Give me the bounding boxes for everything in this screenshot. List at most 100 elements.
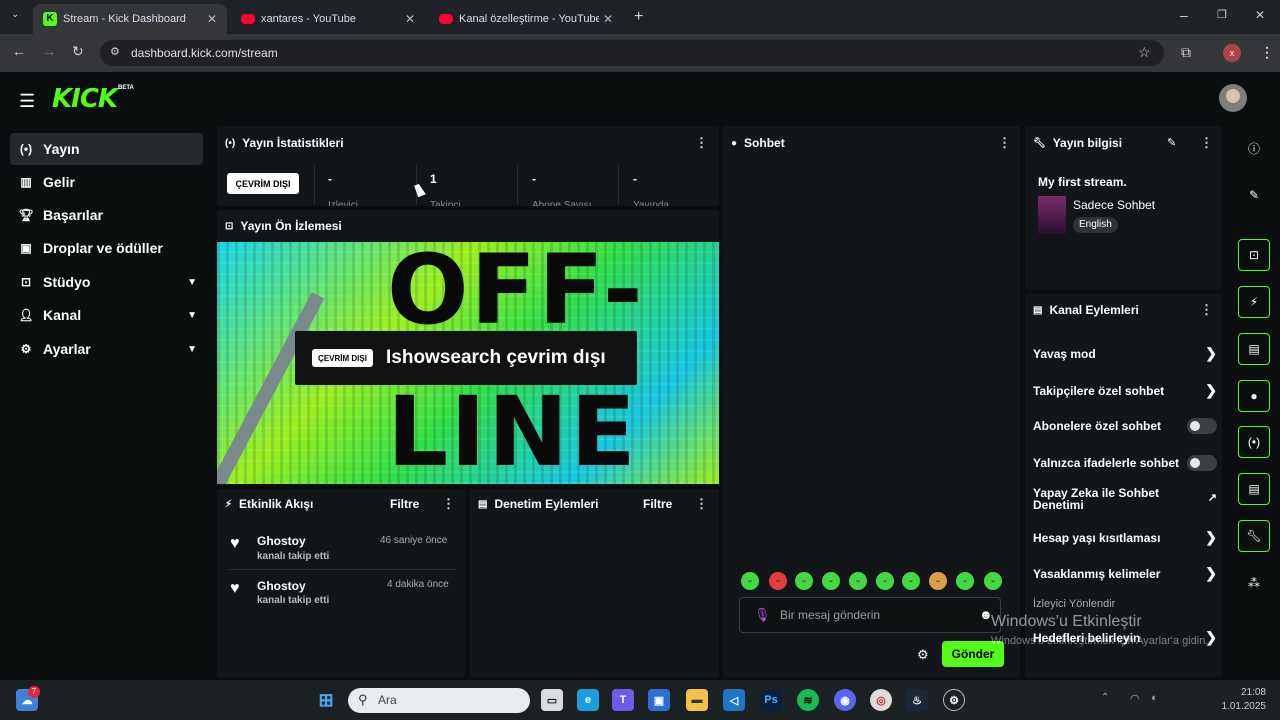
chat-input-placeholder[interactable]: Bir mesaj gönderin	[780, 608, 880, 622]
moderation-filter-button[interactable]: Filtre	[643, 497, 672, 511]
edge-icon[interactable]: e	[577, 689, 599, 711]
emote-icon[interactable]: ᵕ	[956, 572, 974, 590]
task-view-icon[interactable]: ▭	[541, 689, 563, 711]
clock-time[interactable]: 21:08	[1226, 687, 1266, 698]
extensions-icon[interactable]: ⧉	[1181, 44, 1191, 61]
discord-icon[interactable]: ◉	[834, 689, 856, 711]
close-tab-icon[interactable]: ✕	[207, 12, 217, 26]
url-input[interactable]: dashboard.kick.com/stream	[100, 40, 1164, 66]
new-tab-icon[interactable]: +	[634, 8, 643, 26]
taskbar-search-box[interactable]: Ara	[348, 688, 530, 713]
widgets-icon[interactable]: ⁂	[1238, 567, 1270, 599]
broadcast-toggle-icon[interactable]: (•)	[1238, 426, 1270, 458]
sidebar-item-ayarlar[interactable]: ⚙ Ayarlar ▼	[10, 333, 203, 365]
browser-tab-youtube[interactable]: xantares - YouTube ✕	[231, 4, 425, 34]
action-banned-words[interactable]: Yasaklanmış kelimeler ❯	[1033, 565, 1217, 582]
reload-icon[interactable]: ↻	[72, 43, 84, 60]
action-account-age[interactable]: Hesap yaşı kısıtlaması ❯	[1033, 529, 1217, 546]
emote-icon[interactable]: ᵕ	[984, 572, 1002, 590]
kick-logo[interactable]: KICK	[52, 84, 118, 114]
category-name[interactable]: Sadece Sohbet	[1073, 198, 1155, 212]
sidebar-item-yayin[interactable]: (•) Yayın	[10, 133, 203, 165]
forward-icon[interactable]: →	[42, 43, 56, 59]
stream-info-menu-icon[interactable]: ⋮	[1200, 135, 1213, 151]
divider	[517, 165, 518, 205]
offline-bg-text-top: OFF-	[387, 242, 645, 346]
activity-menu-icon[interactable]: ⋮	[442, 496, 455, 512]
profile-avatar[interactable]: x	[1223, 44, 1241, 62]
site-info-icon[interactable]: ⚙	[110, 45, 120, 58]
vscode-icon[interactable]: ◁	[723, 689, 745, 711]
hamburger-menu-icon[interactable]: ☰	[19, 91, 35, 112]
spotify-icon[interactable]: ≋	[797, 689, 819, 711]
emote-icon[interactable]: ᵕ	[769, 572, 787, 590]
divider	[618, 165, 619, 205]
close-tab-icon[interactable]: ✕	[603, 12, 613, 26]
emote-icon[interactable]: ᵕ	[876, 572, 894, 590]
activity-user[interactable]: Ghostoy	[257, 579, 306, 593]
action-slow-mode[interactable]: Yavaş mod ❯	[1033, 345, 1217, 362]
emote-icon[interactable]: ᵕ	[902, 572, 920, 590]
tray-chevron-icon[interactable]: ⌃	[1101, 692, 1109, 703]
sidebar-item-kanal[interactable]: 👤︎ Kanal ▼	[10, 299, 203, 331]
chrome-icon[interactable]: ◎	[870, 689, 892, 711]
browser-menu-icon[interactable]: ⋮	[1260, 44, 1274, 61]
info-icon[interactable]: ⓘ	[1238, 132, 1270, 164]
preview-toggle-icon[interactable]: ⊡	[1238, 239, 1270, 271]
user-avatar[interactable]	[1219, 84, 1247, 112]
action-ai-moderation[interactable]: Yapay Zeka ile Sohbet Denetimi ↗	[1033, 487, 1217, 511]
close-tab-icon[interactable]: ✕	[405, 12, 415, 26]
sidebar-item-basarilar[interactable]: 🏆︎ Başarılar	[10, 199, 203, 231]
browser-tab-youtube-studio[interactable]: Kanal özelleştirme - YouTube St ✕	[429, 4, 623, 34]
emote-icon[interactable]: ᵕ	[849, 572, 867, 590]
chat-menu-icon[interactable]: ⋮	[998, 135, 1011, 151]
document-toggle-icon[interactable]: ▤	[1238, 333, 1270, 365]
microphone-icon[interactable]: 🎙︎	[754, 607, 771, 623]
network-icon[interactable]: ◠	[1130, 692, 1140, 705]
chat-settings-icon[interactable]: ⚙	[917, 647, 929, 663]
action-followers-only[interactable]: Takipçilere özel sohbet ❯	[1033, 382, 1217, 399]
steam-icon[interactable]: ♨	[906, 689, 928, 711]
emote-icon[interactable]: ᵕ	[929, 572, 947, 590]
stats-menu-icon[interactable]: ⋮	[695, 135, 708, 151]
emote-icon[interactable]: ᵕ	[741, 572, 759, 590]
volume-icon[interactable]: ◖	[1150, 692, 1157, 704]
browser-tab-kick[interactable]: K Stream - Kick Dashboard ✕	[33, 4, 227, 34]
edit-pencil-icon[interactable]: ✎	[1238, 179, 1270, 211]
window-close-icon[interactable]: ✕	[1255, 8, 1265, 22]
activity-user[interactable]: Ghostoy	[257, 534, 306, 548]
moderation-menu-icon[interactable]: ⋮	[695, 496, 708, 512]
subscribers-only-toggle[interactable]	[1187, 418, 1217, 434]
category-thumbnail[interactable]	[1038, 196, 1066, 234]
clock-date[interactable]: 1.01.2025	[1206, 701, 1267, 712]
bolt-toggle-icon[interactable]: ⚡︎	[1238, 286, 1270, 318]
action-subscribers-only[interactable]: Abonelere özel sohbet	[1033, 418, 1217, 434]
action-emotes-only[interactable]: Yalnızca ifadelerle sohbet	[1033, 455, 1217, 471]
teams-icon[interactable]: T	[612, 689, 634, 711]
store-icon[interactable]: ▣	[648, 689, 670, 711]
emotes-only-toggle[interactable]	[1187, 455, 1217, 471]
minimize-icon[interactable]: –	[1180, 7, 1188, 23]
settings-icon[interactable]: ⚙	[943, 689, 965, 711]
chat-toggle-icon[interactable]: ●	[1238, 380, 1270, 412]
actions-toggle-icon[interactable]: ▤	[1238, 473, 1270, 505]
activity-filter-button[interactable]: Filtre	[390, 497, 419, 511]
channel-actions-menu-icon[interactable]: ⋮	[1200, 302, 1213, 318]
bookmark-star-icon[interactable]: ☆	[1138, 44, 1151, 61]
action-redirect-viewers[interactable]: İzleyici Yönlendir	[1033, 598, 1217, 610]
sidebar-item-studyo[interactable]: ⊡ Stüdyo ▼	[10, 266, 203, 298]
file-explorer-icon[interactable]: ▬	[686, 689, 708, 711]
maximize-icon[interactable]: ❐	[1217, 8, 1227, 21]
photoshop-icon[interactable]: Ps	[760, 689, 782, 711]
sidebar-item-gelir[interactable]: ▥ Gelir	[10, 166, 203, 198]
windows-start-icon[interactable]: ⊞	[315, 689, 337, 711]
edit-pencil-icon[interactable]: ✎	[1167, 136, 1176, 149]
emote-icon[interactable]: ᵕ	[822, 572, 840, 590]
tab-search-icon[interactable]: ⌄	[11, 9, 19, 20]
back-icon[interactable]: ←	[12, 43, 26, 59]
stat-followers-label: Takipçi	[430, 200, 461, 206]
wrench-toggle-icon[interactable]: 🔧︎	[1238, 520, 1270, 552]
emote-icon[interactable]: ᵕ	[795, 572, 813, 590]
chat-panel	[723, 126, 1020, 677]
sidebar-item-droplar[interactable]: ▣ Droplar ve ödüller	[10, 232, 203, 264]
